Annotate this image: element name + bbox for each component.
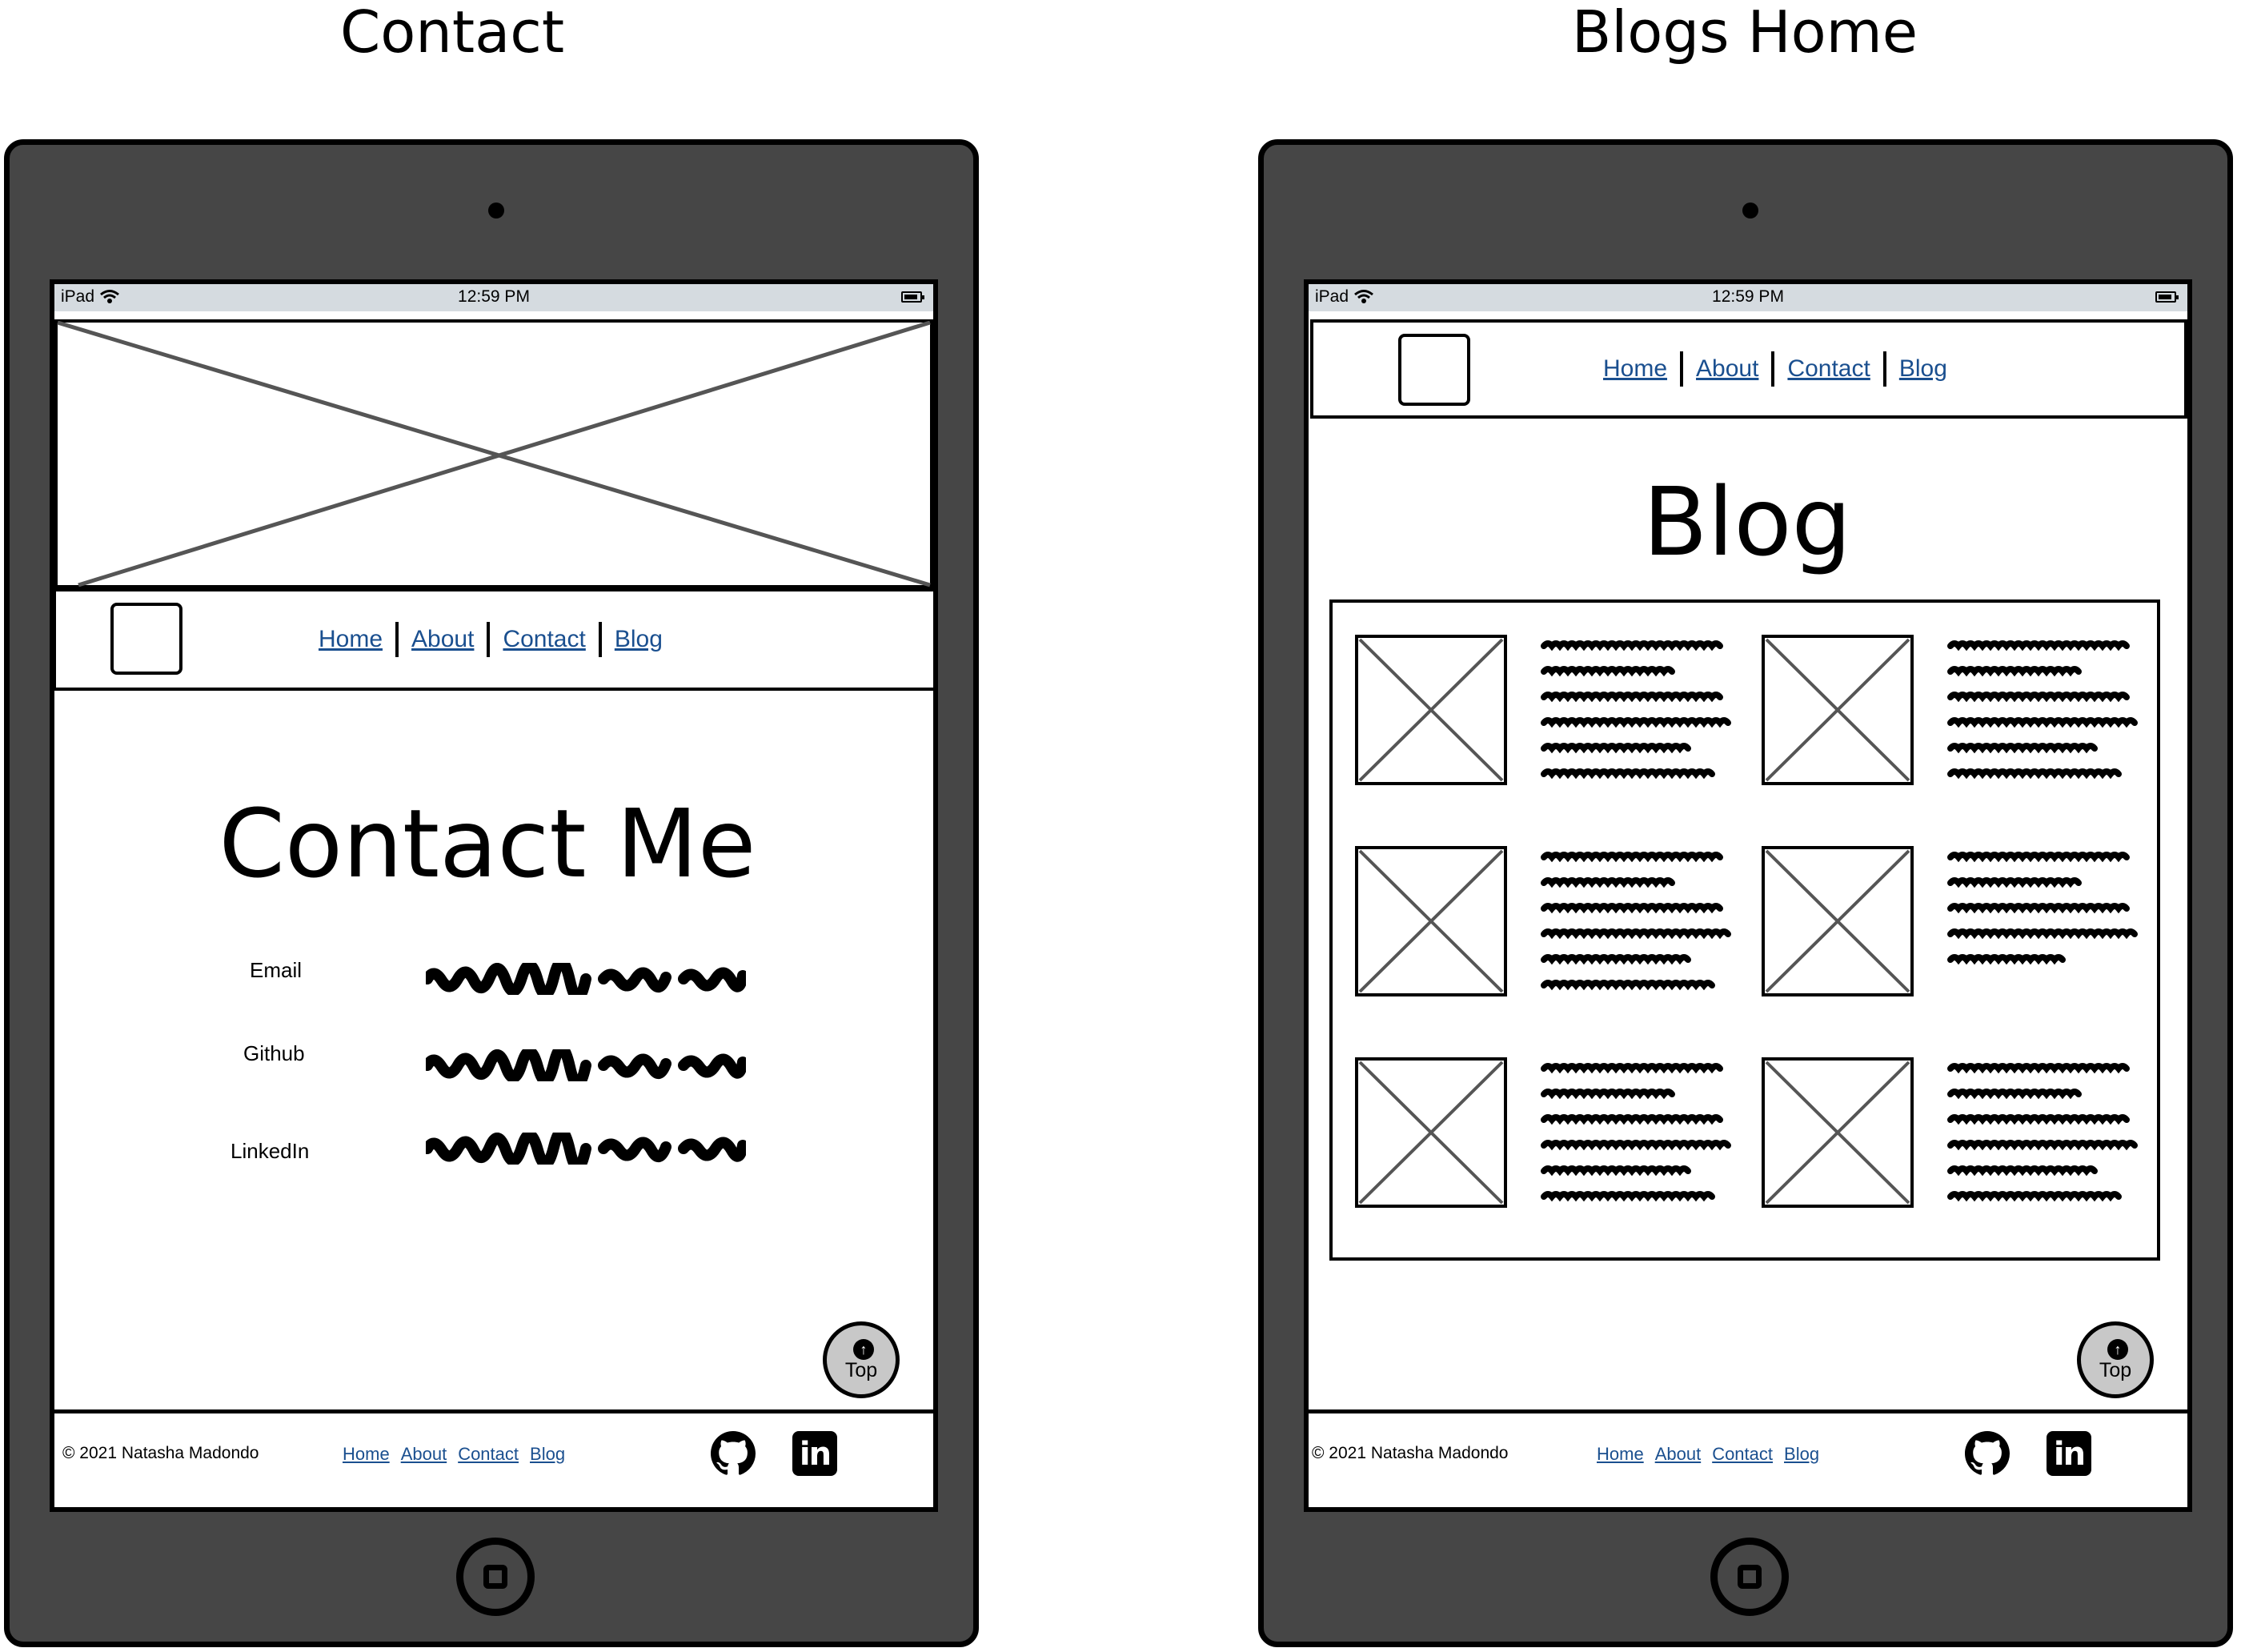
nav-link-home[interactable]: Home (319, 626, 383, 653)
arrow-up-circle-icon: ↑ (853, 1339, 874, 1360)
nav-link-contact[interactable]: Contact (503, 626, 585, 653)
linkedin-label: LinkedIn (231, 1139, 310, 1163)
email-label: Email (250, 958, 303, 982)
hero-image-placeholder (54, 319, 933, 588)
ipad-screen-contact: iPad 12:59 PM Home About Contact Blog Co… (50, 279, 938, 1512)
footer-links: Home About Contact Blog (343, 1444, 565, 1465)
ipad-screen-blogs: iPad 12:59 PM Home About Contact Blog Bl… (1304, 279, 2192, 1512)
footer-link-about[interactable]: About (1655, 1444, 1702, 1465)
nav-links: Home About Contact Blog (319, 622, 663, 657)
footer-link-about[interactable]: About (401, 1444, 447, 1465)
footer-link-blog[interactable]: Blog (530, 1444, 565, 1465)
blog-post-thumbnail[interactable] (1355, 1057, 1507, 1208)
email-value-scribble (426, 963, 746, 995)
back-to-top-button[interactable]: ↑ Top (2077, 1321, 2154, 1398)
linkedin-icon[interactable]: in (2047, 1431, 2091, 1476)
site-navbar: Home About Contact Blog (1310, 319, 2187, 419)
blog-post-excerpt-scribble (1947, 640, 2138, 780)
logo-placeholder[interactable] (110, 603, 182, 675)
blog-post-grid (1329, 599, 2160, 1261)
home-hardware-button[interactable] (456, 1538, 535, 1616)
board-title-blogs-home: Blogs Home (1571, 0, 1918, 66)
footer-link-contact[interactable]: Contact (458, 1444, 519, 1465)
blog-post-thumbnail[interactable] (1762, 1057, 1914, 1208)
ipad-frame-contact: iPad 12:59 PM Home About Contact Blog Co… (4, 139, 979, 1647)
ipad-frame-blogs: iPad 12:59 PM Home About Contact Blog Bl… (1258, 139, 2233, 1647)
blog-post-thumbnail[interactable] (1762, 635, 1914, 785)
battery-icon (2155, 291, 2179, 303)
footer-link-contact[interactable]: Contact (1712, 1444, 1773, 1465)
nav-link-home[interactable]: Home (1603, 355, 1667, 383)
camera-dot (1742, 202, 1758, 219)
site-navbar: Home About Contact Blog (54, 588, 933, 691)
page-title: Contact Me (218, 788, 756, 899)
nav-link-about[interactable]: About (1696, 355, 1758, 383)
linkedin-value-scribble (426, 1133, 746, 1165)
nav-links: Home About Contact Blog (1603, 351, 1947, 387)
nav-link-blog[interactable]: Blog (1899, 355, 1947, 383)
battery-icon (901, 291, 924, 303)
camera-dot (488, 202, 504, 219)
status-time: 12:59 PM (458, 287, 530, 306)
site-footer: © 2021 Natasha Madondo Home About Contac… (54, 1409, 933, 1507)
home-hardware-button[interactable] (1710, 1538, 1789, 1616)
blog-post-excerpt-scribble (1541, 852, 1731, 991)
github-value-scribble (426, 1049, 746, 1081)
logo-placeholder[interactable] (1398, 334, 1470, 406)
blog-post-thumbnail[interactable] (1355, 635, 1507, 785)
nav-link-about[interactable]: About (411, 626, 474, 653)
back-to-top-button[interactable]: ↑ Top (823, 1321, 900, 1398)
github-icon[interactable] (711, 1431, 756, 1476)
page-title: Blog (1642, 467, 1852, 577)
nav-link-contact[interactable]: Contact (1787, 355, 1870, 383)
blog-post-excerpt-scribble (1947, 1063, 2138, 1202)
blog-post-excerpt-scribble (1541, 640, 1731, 780)
arrow-up-circle-icon: ↑ (2107, 1339, 2128, 1360)
top-button-label: Top (844, 1359, 878, 1381)
blog-post-thumbnail[interactable] (1355, 846, 1507, 996)
blog-post-excerpt-scribble (1541, 1063, 1731, 1202)
footer-link-home[interactable]: Home (1597, 1444, 1644, 1465)
status-bar: iPad 12:59 PM (54, 284, 933, 311)
status-time: 12:59 PM (1712, 287, 1784, 306)
blog-post-thumbnail[interactable] (1762, 846, 1914, 996)
blog-post-excerpt-scribble (1947, 852, 2138, 965)
status-bar: iPad 12:59 PM (1309, 284, 2187, 311)
footer-link-blog[interactable]: Blog (1784, 1444, 1819, 1465)
github-icon[interactable] (1965, 1431, 2010, 1476)
footer-link-home[interactable]: Home (343, 1444, 390, 1465)
nav-link-blog[interactable]: Blog (615, 626, 663, 653)
top-button-label: Top (2099, 1359, 2132, 1381)
linkedin-icon[interactable]: in (792, 1431, 837, 1476)
github-label: Github (243, 1041, 305, 1065)
footer-links: Home About Contact Blog (1597, 1444, 1819, 1465)
footer-copyright: © 2021 Natasha Madondo (1312, 1444, 1509, 1462)
footer-copyright: © 2021 Natasha Madondo (62, 1444, 259, 1462)
board-title-contact: Contact (339, 0, 565, 66)
site-footer: © 2021 Natasha Madondo Home About Contac… (1309, 1409, 2187, 1507)
